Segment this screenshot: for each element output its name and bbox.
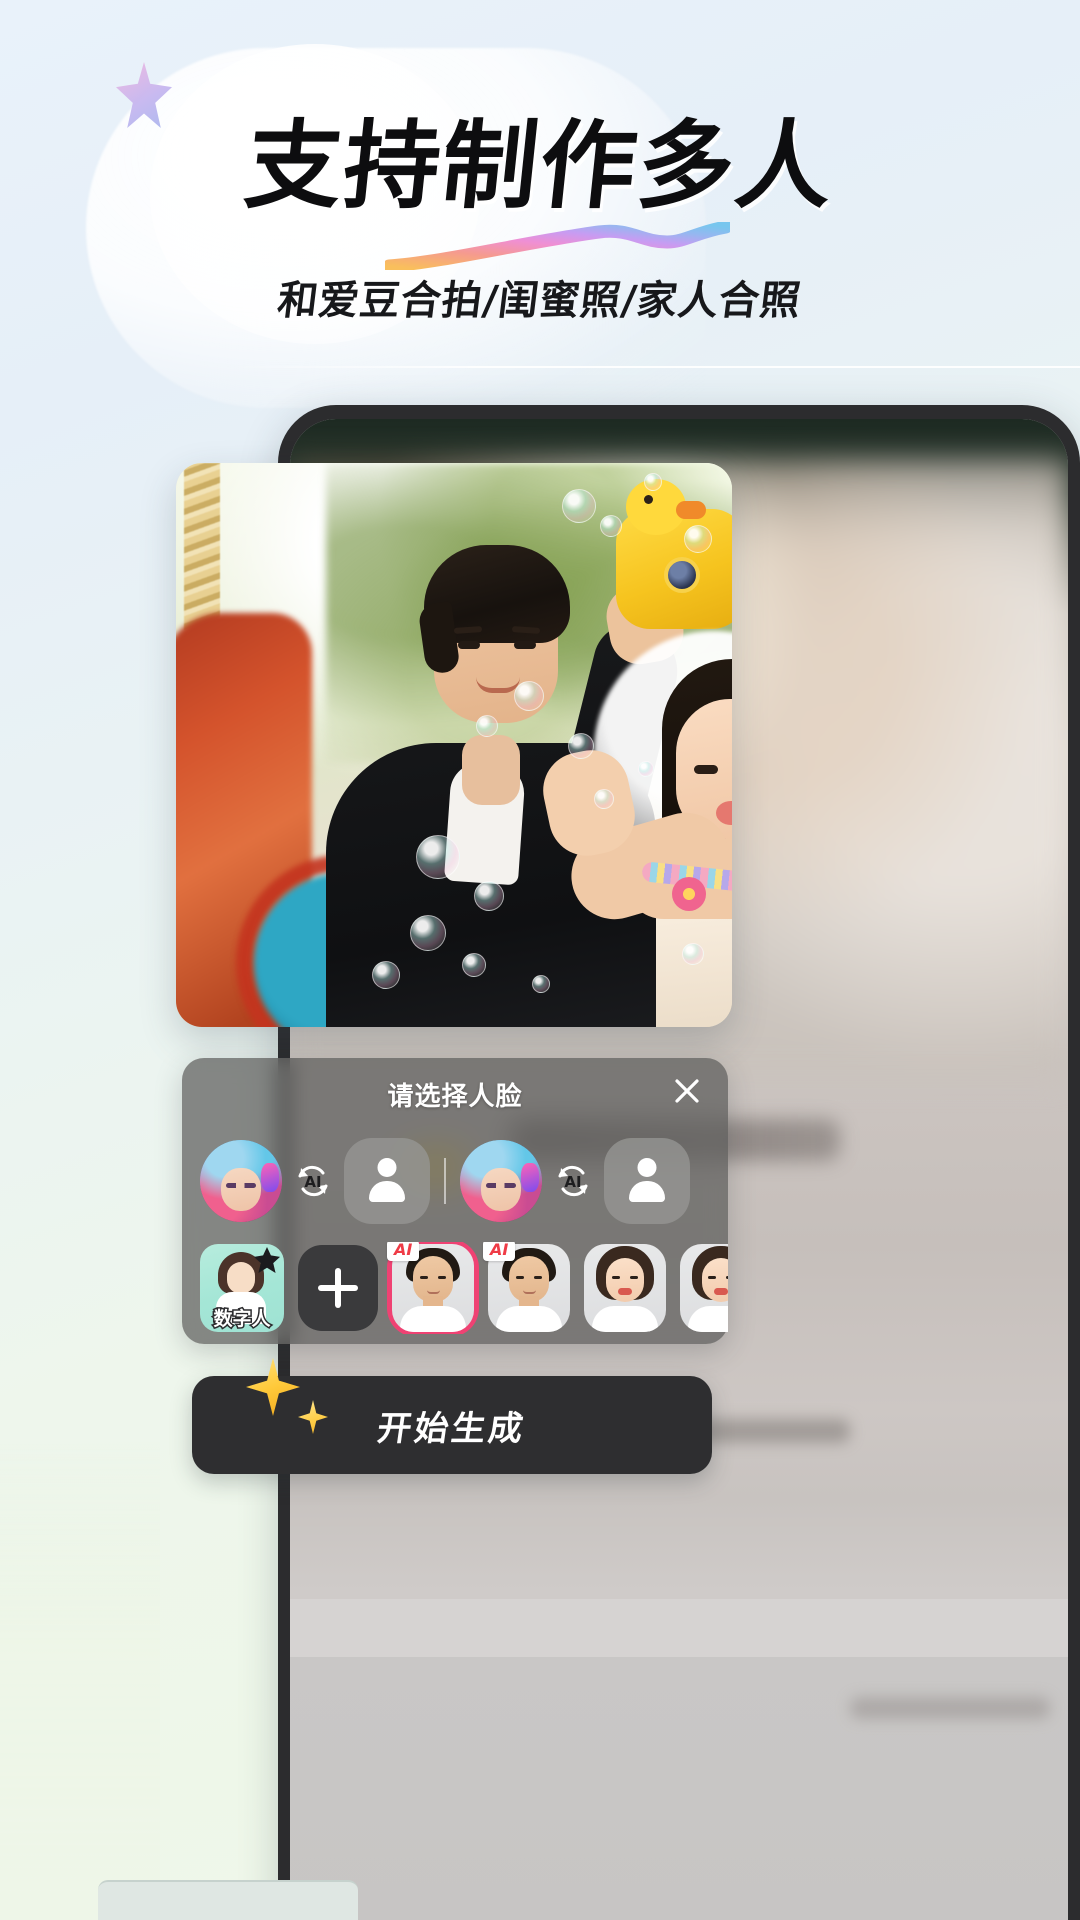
face-shirt	[496, 1306, 562, 1332]
hero-divider	[226, 366, 1080, 368]
target-face-placeholder-1[interactable]	[344, 1138, 430, 1224]
add-face-button[interactable]	[298, 1245, 378, 1331]
face-picker-panel: 请选择人脸 AI AI 数字人 AI AI	[182, 1058, 728, 1344]
headphones-icon	[260, 1162, 279, 1193]
bubble-icon	[416, 835, 460, 879]
face-slot-row: AI AI	[200, 1132, 712, 1230]
close-icon[interactable]	[666, 1070, 708, 1112]
ai-badge: AI	[387, 1242, 420, 1262]
svg-text:AI: AI	[304, 1173, 321, 1191]
face-thumb-2[interactable]: AI	[483, 1242, 570, 1332]
bubble-icon	[638, 761, 654, 777]
face-head	[702, 1258, 728, 1302]
bubble-icon	[568, 733, 594, 759]
ai-swap-svg: AI	[298, 1165, 328, 1197]
headphones-icon	[520, 1162, 539, 1193]
face-head	[606, 1258, 644, 1302]
rainbow-swoosh-decoration	[382, 220, 733, 273]
face-eye-left	[420, 1276, 428, 1279]
photo-man-eye-right	[514, 641, 536, 649]
target-face-placeholder-2[interactable]	[604, 1138, 690, 1224]
app-bottom-sheet-handle	[290, 1599, 1068, 1657]
photo-bride-eye-left	[694, 765, 718, 774]
face-shirt	[688, 1306, 728, 1332]
face-eye-right	[438, 1276, 446, 1279]
bubble-icon	[562, 489, 596, 523]
anime-avatar-eyes	[486, 1182, 516, 1189]
page-title: 支持制作多人	[240, 110, 840, 222]
digital-human-face	[227, 1262, 255, 1294]
face-eye-right	[534, 1276, 542, 1279]
face-shirt	[400, 1306, 466, 1332]
face-picker-title: 请选择人脸	[387, 1082, 523, 1112]
ai-swap-svg: AI	[558, 1165, 588, 1197]
source-avatar-2[interactable]	[460, 1140, 542, 1222]
face-shirt	[592, 1306, 658, 1332]
face-eye-left	[612, 1276, 620, 1279]
face-slot-1[interactable]: AI	[200, 1138, 430, 1224]
bottom-card-hint	[98, 1880, 358, 1920]
bubble-icon	[514, 681, 544, 711]
photo-bride-flower	[672, 877, 706, 911]
face-thumb-3[interactable]	[584, 1244, 666, 1332]
face-thumb-image	[584, 1244, 666, 1332]
photo-duck-lens	[664, 557, 700, 593]
app-background-text-blur-2	[850, 1697, 1050, 1719]
face-thumb-image	[680, 1244, 728, 1332]
slot-divider	[444, 1158, 446, 1204]
face-mouth	[523, 1290, 536, 1294]
bubble-icon	[644, 473, 662, 491]
photo-duck-beak	[676, 501, 706, 519]
bubble-icon	[594, 789, 614, 809]
photo-duck-eye	[644, 495, 653, 504]
bubble-icon	[462, 953, 486, 977]
close-x-svg	[675, 1079, 699, 1103]
digital-human-button[interactable]: 数字人	[200, 1244, 284, 1332]
bubble-icon	[600, 515, 622, 537]
source-avatar-1[interactable]	[200, 1140, 282, 1222]
face-eye-left	[516, 1276, 524, 1279]
bubble-icon	[474, 881, 504, 911]
face-thumb-4[interactable]	[680, 1244, 728, 1332]
face-lips	[618, 1288, 632, 1295]
bubble-icon	[682, 943, 704, 965]
couple-photo-card	[176, 463, 732, 1027]
ai-swap-icon[interactable]: AI	[550, 1158, 596, 1204]
face-slot-2[interactable]: AI	[460, 1138, 690, 1224]
face-eye-left	[708, 1276, 716, 1279]
bubble-icon	[684, 525, 712, 553]
svg-text:AI: AI	[564, 1173, 581, 1191]
plus-icon	[318, 1268, 358, 1308]
face-gallery-row: 数字人 AI AI	[200, 1242, 728, 1334]
start-generate-label: 开始生成	[374, 1408, 529, 1449]
bubble-icon	[372, 961, 400, 989]
ai-badge: AI	[483, 1242, 516, 1262]
anime-avatar-eyes	[226, 1182, 256, 1189]
face-eye-right	[726, 1276, 728, 1279]
person-icon	[626, 1158, 668, 1204]
digital-human-label: 数字人	[212, 1307, 272, 1332]
bubble-icon	[410, 915, 446, 951]
face-eye-right	[630, 1276, 638, 1279]
photo-man-neck	[462, 735, 520, 805]
promo-screen: 支持制作多人 和爱豆合拍/闺蜜照/家人合照 请选择人脸 AI AI 数字人 AI…	[0, 0, 1080, 1920]
page-subtitle: 和爱豆合拍/闺蜜照/家人合照	[275, 278, 804, 324]
face-thumb-1[interactable]: AI	[387, 1242, 474, 1332]
ai-swap-icon[interactable]: AI	[290, 1158, 336, 1204]
face-mouth	[427, 1290, 440, 1294]
person-icon	[366, 1158, 408, 1204]
bubble-icon	[476, 715, 498, 737]
photo-man-eye-left	[458, 641, 480, 649]
bubble-icon	[532, 975, 550, 993]
left-page-edge	[0, 1440, 160, 1920]
face-lips	[714, 1288, 728, 1295]
swoosh-svg	[382, 220, 733, 273]
